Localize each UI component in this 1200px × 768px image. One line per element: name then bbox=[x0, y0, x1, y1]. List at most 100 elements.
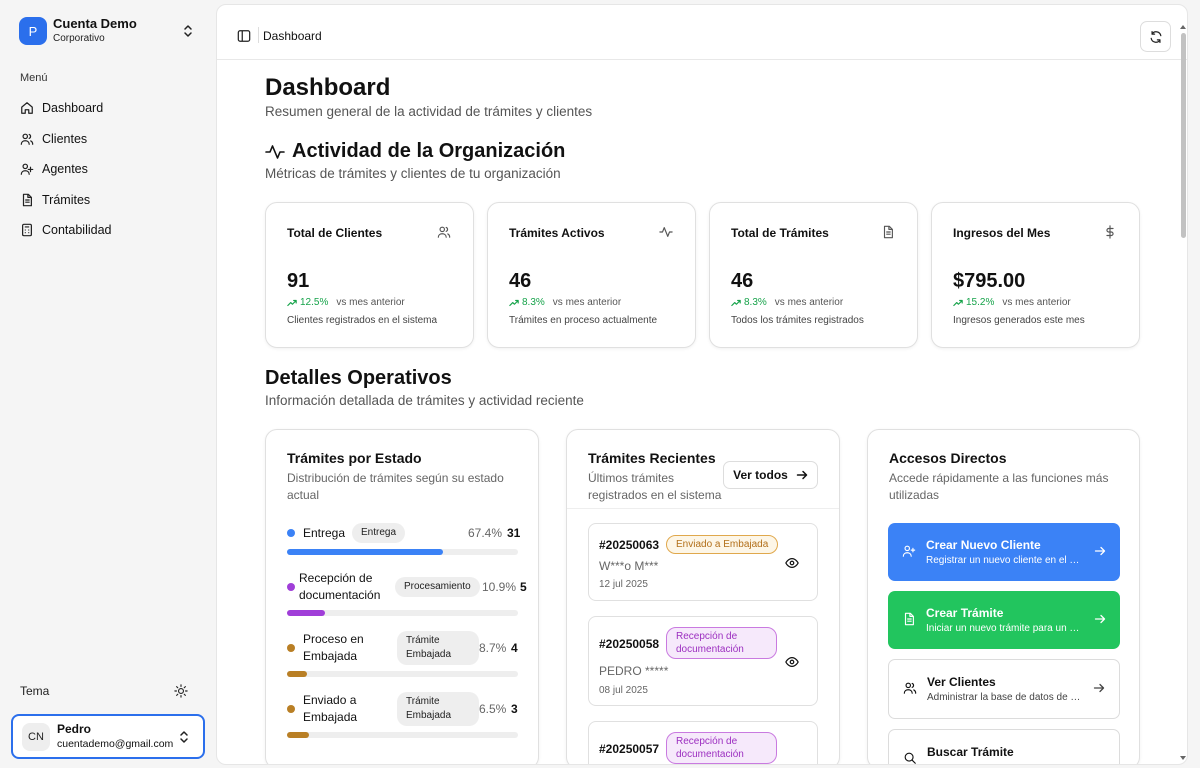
estado-count: 3 bbox=[511, 702, 518, 716]
estado-pct: 6.5% bbox=[479, 702, 507, 716]
stat-title: Total de Clientes bbox=[287, 226, 383, 240]
status-badge: Recepción de documentación bbox=[666, 732, 777, 764]
users-icon bbox=[437, 226, 451, 238]
estado-pct: 67.4% bbox=[468, 526, 503, 540]
users-icon bbox=[20, 133, 34, 145]
sun-icon[interactable] bbox=[174, 684, 188, 698]
sidebar-item-contabilidad[interactable]: Contabilidad bbox=[12, 215, 204, 245]
scrollbar[interactable] bbox=[1179, 25, 1186, 760]
sidebar-item-label: Clientes bbox=[42, 131, 88, 146]
card-title: Trámites por Estado bbox=[287, 450, 422, 466]
divider bbox=[567, 508, 839, 509]
status-badge: Procesamiento bbox=[395, 577, 480, 597]
arrow-right-icon bbox=[796, 470, 808, 480]
card-tramites-recientes: Trámites Recientes Últimos trámites regi… bbox=[566, 429, 840, 764]
divider bbox=[258, 27, 259, 43]
estado-name: Enviado a Embajada bbox=[303, 693, 358, 724]
user-email: cuentademo@gmail.com bbox=[57, 738, 174, 750]
status-dot bbox=[287, 705, 295, 713]
dollar-icon bbox=[1106, 225, 1114, 239]
tramite-client: PEDRO ***** bbox=[599, 664, 669, 678]
tramite-id: #20250058 bbox=[599, 637, 660, 651]
card-subtitle: Últimos trámites registrados en el siste… bbox=[588, 471, 722, 502]
search-icon bbox=[904, 752, 916, 764]
chevrons-up-down-icon bbox=[180, 731, 188, 743]
stat-card-clientes: Total de Clientes 91 12.5% vs mes anteri… bbox=[265, 202, 474, 348]
estado-pct: 8.7% bbox=[479, 641, 507, 655]
estado-count: 4 bbox=[511, 641, 518, 655]
ver-todos-button[interactable]: Ver todos bbox=[723, 461, 818, 489]
card-title: Trámites Recientes bbox=[588, 450, 716, 466]
avatar: CN bbox=[22, 722, 50, 751]
crear-cliente-button[interactable]: Crear Nuevo Cliente Registrar un nuevo c… bbox=[888, 523, 1120, 581]
buscar-tramite-button[interactable]: Buscar Trámite bbox=[888, 729, 1120, 764]
document-icon bbox=[883, 225, 893, 239]
stats-row: Total de Clientes 91 12.5% vs mes anteri… bbox=[265, 202, 1141, 348]
refresh-button[interactable] bbox=[1140, 21, 1171, 52]
users-icon bbox=[903, 682, 917, 694]
sidebar-item-tramites[interactable]: Trámites bbox=[12, 185, 204, 215]
progress-fill bbox=[287, 732, 309, 738]
stat-title: Total de Trámites bbox=[731, 226, 829, 240]
eye-icon[interactable] bbox=[785, 655, 799, 669]
stat-trend: 12.5% vs mes anterior bbox=[287, 297, 405, 308]
access-title: Crear Nuevo Cliente bbox=[926, 538, 1041, 552]
recent-tramite-item[interactable]: #20250058 Recepción de documentación PED… bbox=[588, 616, 818, 706]
sidebar-item-label: Agentes bbox=[42, 162, 88, 176]
org-switcher[interactable]: P Cuenta Demo Corporativo bbox=[11, 11, 207, 51]
scroll-thumb[interactable] bbox=[1181, 33, 1186, 238]
progress-bar bbox=[287, 549, 518, 555]
tramite-date: 08 jul 2025 bbox=[599, 685, 648, 696]
arrow-right-icon bbox=[1093, 683, 1105, 693]
tramite-id: #20250063 bbox=[599, 538, 660, 552]
stat-trend-pct: 15.2% bbox=[966, 297, 995, 308]
recent-tramite-item[interactable]: #20250063 Enviado a Embajada W***o M*** … bbox=[588, 523, 818, 601]
scroll-up-icon[interactable] bbox=[1180, 25, 1186, 29]
stat-trend-pct: 8.3% bbox=[522, 297, 545, 308]
estado-count: 31 bbox=[507, 526, 521, 540]
org-name: Cuenta Demo bbox=[53, 16, 137, 31]
crear-tramite-button[interactable]: Crear Trámite Iniciar un nuevo trámite p… bbox=[888, 591, 1120, 649]
sidebar-nav: Dashboard Clientes Agentes Trámites Cont… bbox=[12, 93, 204, 246]
stat-card-ingresos: Ingresos del Mes $795.00 15.2% vs mes an… bbox=[931, 202, 1140, 348]
stat-desc: Clientes registrados en el sistema bbox=[287, 315, 438, 326]
recent-tramite-item[interactable]: #20250057 Recepción de documentación bbox=[588, 721, 818, 764]
estado-pct: 10.9% bbox=[482, 580, 517, 594]
stat-value: 46 bbox=[731, 270, 754, 292]
status-badge: Trámite Embajada bbox=[397, 631, 479, 665]
trending-up-icon bbox=[953, 299, 963, 306]
sidebar-item-agentes[interactable]: Agentes bbox=[12, 154, 204, 184]
status-badge: Trámite Embajada bbox=[397, 692, 479, 726]
sidebar-item-dashboard[interactable]: Dashboard bbox=[12, 93, 204, 123]
activity-icon bbox=[659, 227, 673, 237]
trending-up-icon bbox=[731, 299, 741, 306]
sidebar-item-clientes[interactable]: Clientes bbox=[12, 124, 204, 154]
stat-trend: 8.3% vs mes anterior bbox=[731, 297, 843, 308]
activity-icon bbox=[265, 144, 285, 159]
status-badge: Entrega bbox=[352, 523, 406, 543]
section-subtitle-activity: Métricas de trámites y clientes de tu or… bbox=[265, 166, 561, 181]
org-plan: Corporativo bbox=[53, 33, 105, 44]
stat-card-total-tramites: Total de Trámites 46 8.3% vs mes anterio… bbox=[709, 202, 918, 348]
user-menu[interactable]: CN Pedro cuentademo@gmail.com bbox=[11, 714, 205, 759]
progress-fill bbox=[287, 671, 308, 677]
estado-count: 5 bbox=[520, 580, 527, 594]
ver-clientes-button[interactable]: Ver Clientes Administrar la base de dato… bbox=[888, 659, 1120, 719]
breadcrumb[interactable]: Dashboard bbox=[263, 29, 322, 43]
sidebar-toggle-icon[interactable] bbox=[237, 29, 251, 43]
access-desc: Iniciar un nuevo trámite para un cliente bbox=[926, 623, 1084, 634]
eye-icon[interactable] bbox=[785, 556, 799, 570]
section-title-activity: Actividad de la Organización bbox=[265, 140, 565, 163]
stat-value: $795.00 bbox=[953, 270, 1026, 292]
progress-bar bbox=[287, 671, 518, 677]
scroll-down-icon[interactable] bbox=[1180, 756, 1186, 760]
card-subtitle: Distribución de trámites según su estado… bbox=[287, 471, 504, 502]
theme-label: Tema bbox=[20, 684, 50, 698]
card-subtitle: Accede rápidamente a las funciones más u… bbox=[889, 471, 1109, 502]
stat-trend-pct: 8.3% bbox=[744, 297, 767, 308]
menu-label: Menú bbox=[20, 72, 48, 84]
button-label: Ver todos bbox=[733, 468, 788, 482]
section-title-details: Detalles Operativos bbox=[265, 367, 452, 389]
stat-trend: 8.3% vs mes anterior bbox=[509, 297, 621, 308]
sidebar: P Cuenta Demo Corporativo Menú Dashboard… bbox=[0, 0, 216, 768]
